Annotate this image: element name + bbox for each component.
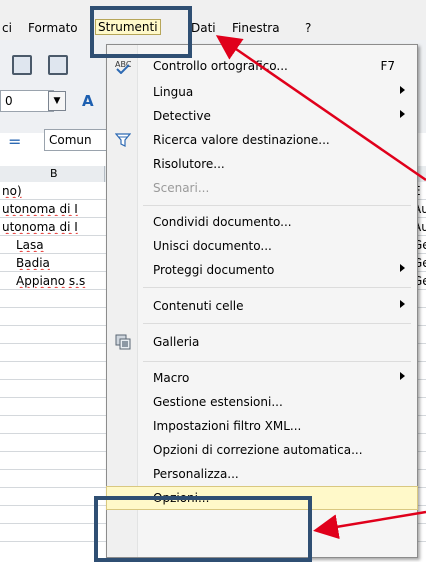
- arrow-to-opzioni: [313, 510, 426, 540]
- arrow-to-strumenti: [215, 35, 426, 182]
- annotation-arrows: [215, 35, 426, 540]
